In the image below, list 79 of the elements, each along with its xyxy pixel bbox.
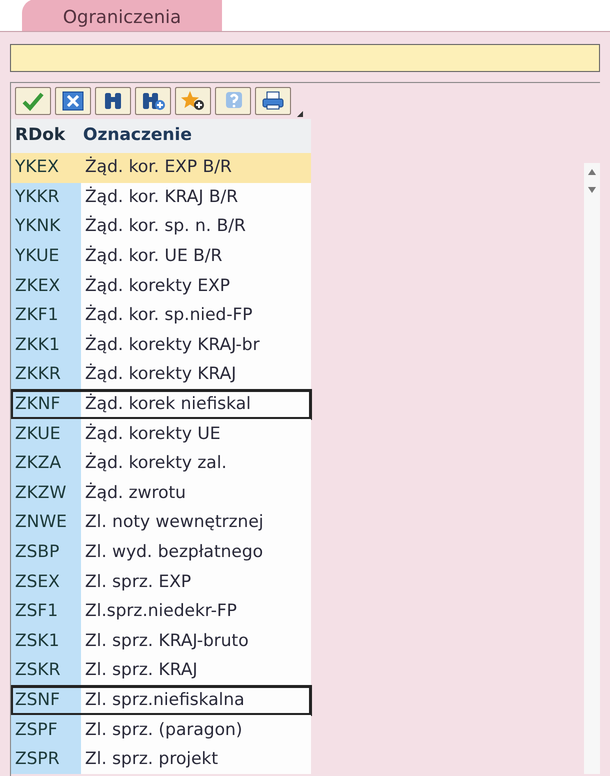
table-cell-text: Zl. wyd. bezpłatnego bbox=[84, 544, 264, 562]
table-row[interactable]: ZKEX Żąd. korekty EXP bbox=[11, 271, 311, 301]
table-cell: ZKK1 bbox=[11, 330, 81, 360]
table-cell-text: Zl. sprz.niefiskalna bbox=[84, 692, 245, 709]
table-cell-text: YKEX bbox=[14, 156, 60, 180]
table-cell: ZSBP bbox=[11, 538, 81, 568]
tab[interactable]: Ograniczenia bbox=[22, 0, 222, 31]
table-cell: ZKUE bbox=[11, 419, 81, 449]
table-cell: YKKR bbox=[11, 182, 81, 212]
table-cell: YKUE bbox=[11, 242, 81, 272]
table-cell: ZKF1 bbox=[11, 300, 81, 331]
table-row[interactable]: ZSF1 Zl.sprz.niedekr-FP bbox=[11, 596, 311, 626]
table-cell: ZKZW bbox=[11, 478, 81, 508]
table-cell-text: Żąd. korek niefiskal bbox=[84, 396, 251, 414]
table-cell: ZSNF bbox=[11, 686, 81, 716]
table-row[interactable]: ZSK1 Zl. sprz. KRAJ-bruto bbox=[11, 626, 311, 656]
table-cell: ZSPF bbox=[11, 715, 81, 745]
scroll-up-icon[interactable] bbox=[587, 167, 597, 177]
table-row[interactable]: ZKK1 Żąd. korekty KRAJ-br bbox=[11, 330, 311, 360]
table-row[interactable]: ZSPF Zl. sprz. (paragon) bbox=[11, 715, 311, 745]
table-cell-text: Zl. sprz. (paragon) bbox=[84, 722, 242, 739]
table-cell-text: Żąd. korekty KRAJ-br bbox=[84, 336, 260, 354]
table-row[interactable]: ZSBP Zl. wyd. bezpłatnego bbox=[11, 538, 311, 568]
table-row[interactable]: YKEX Żąd. kor. EXP B/R bbox=[11, 153, 311, 183]
toolbar-button[interactable] bbox=[135, 87, 171, 115]
toolbar-button[interactable] bbox=[175, 87, 211, 115]
table-row[interactable]: ZKNF Żąd. korek niefiskal bbox=[11, 390, 311, 420]
table-cell-text: Żąd. kor. KRAJ B/R bbox=[84, 188, 238, 206]
column-header[interactable]: RDok bbox=[11, 123, 81, 149]
table-cell-text: Zl. sprz. KRAJ bbox=[84, 662, 198, 680]
table-cell-text: Zl. noty wewnętrznej bbox=[84, 514, 264, 532]
table-cell-text: Żąd. kor. sp.nied-FP bbox=[84, 307, 253, 324]
toolbar-button[interactable] bbox=[255, 87, 291, 115]
binoculars-plus-icon bbox=[140, 90, 166, 112]
table-row[interactable]: ZKF1 Żąd. kor. sp.nied-FP bbox=[11, 300, 311, 331]
table-row[interactable]: YKUE Żąd. kor. UE B/R bbox=[11, 242, 311, 272]
table-cell: ZKEX bbox=[11, 271, 81, 301]
checkmark-icon bbox=[20, 90, 46, 112]
table-row[interactable]: ZSNF Zl. sprz.niefiskalna bbox=[11, 686, 311, 716]
printer-icon bbox=[260, 90, 286, 112]
table-cell: YKNK bbox=[11, 212, 81, 242]
table-row[interactable]: YKNK Żąd. kor. sp. n. B/R bbox=[11, 212, 311, 242]
toolbar-button[interactable] bbox=[55, 87, 91, 115]
table-cell: ZSK1 bbox=[11, 626, 81, 656]
table-cell: ZNWE bbox=[11, 508, 81, 538]
table-row[interactable]: ZSPR Zl. sprz. projekt bbox=[11, 744, 311, 774]
table-cell-text: Żąd. korekty zal. bbox=[84, 455, 227, 472]
table-cell-text: Zl. sprz. EXP bbox=[84, 574, 192, 591]
table-row[interactable]: ZNWE Zl. noty wewnętrznej bbox=[11, 508, 311, 538]
table-cell-text: Żąd. kor. sp. n. B/R bbox=[84, 218, 246, 236]
table-cell-text: Zl.sprz.niedekr-FP bbox=[84, 603, 237, 620]
table-cell: ZSF1 bbox=[11, 596, 81, 626]
table-cell-text: Żąd. kor. EXP B/R bbox=[84, 159, 232, 176]
table-cell: ZKNF bbox=[11, 390, 81, 420]
table-cell: ZKZA bbox=[11, 448, 81, 479]
column-header[interactable]: Oznaczenie bbox=[81, 123, 192, 149]
star-plus-icon bbox=[180, 90, 206, 112]
table-row[interactable]: ZKUE Żąd. korekty UE bbox=[11, 419, 311, 449]
table-cell-text: Żąd. korekty UE bbox=[84, 426, 221, 443]
table-cell: ZSPR bbox=[11, 744, 81, 774]
table-cell-text: Żąd. kor. UE B/R bbox=[84, 248, 222, 266]
table-row[interactable]: ZSKR Zl. sprz. KRAJ bbox=[11, 656, 311, 686]
toolbar-button[interactable] bbox=[95, 87, 131, 115]
table-cell-text: Zl. sprz. projekt bbox=[84, 751, 218, 768]
table-cell-text: Żąd. zwrotu bbox=[84, 484, 186, 502]
table-cell: ZKKR bbox=[11, 360, 81, 390]
table-row[interactable]: ZKZW Żąd. zwrotu bbox=[11, 478, 311, 508]
table-cell-text: Zl. sprz. KRAJ-bruto bbox=[84, 632, 249, 650]
table-row[interactable]: YKKR Żąd. kor. KRAJ B/R bbox=[11, 182, 311, 212]
table-cell-text: Żąd. korekty KRAJ bbox=[84, 366, 236, 384]
table-row[interactable]: ZKKR Żąd. korekty KRAJ bbox=[11, 360, 311, 390]
table-cell-text: Żąd. korekty EXP bbox=[84, 278, 230, 295]
table-row[interactable]: ZSEX Zl. sprz. EXP bbox=[11, 567, 311, 597]
close-icon bbox=[60, 90, 86, 112]
scrollbar[interactable] bbox=[584, 163, 600, 774]
table-row[interactable]: ZKZA Żąd. korekty zal. bbox=[11, 448, 311, 479]
table-cell: ZSEX bbox=[11, 567, 81, 597]
table-cell: ZSKR bbox=[11, 656, 81, 686]
scroll-down-icon[interactable] bbox=[587, 185, 597, 195]
